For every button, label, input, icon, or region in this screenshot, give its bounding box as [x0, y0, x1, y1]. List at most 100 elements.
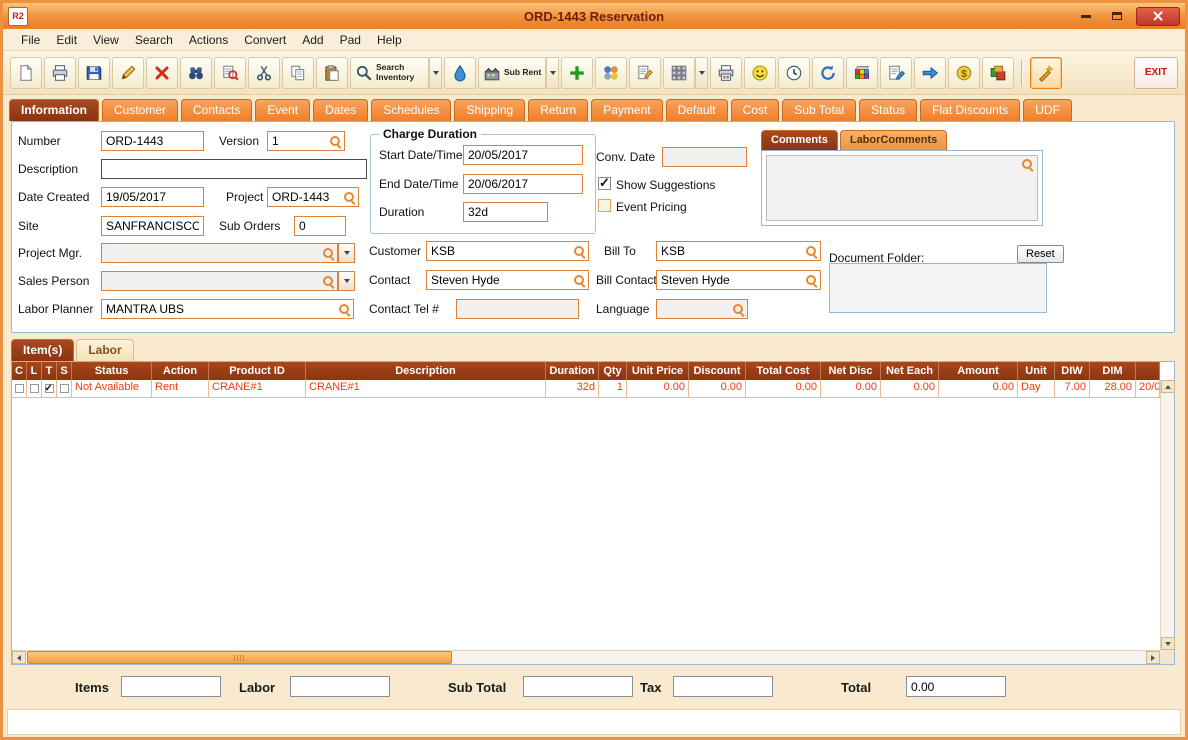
- column-header-action[interactable]: Action: [152, 362, 209, 380]
- sub-rent-button[interactable]: Sub Rent: [478, 56, 547, 89]
- tab-flat-discounts[interactable]: Flat Discounts: [920, 99, 1021, 121]
- tab-laborcomments[interactable]: LaborComments: [839, 130, 948, 150]
- magnifier-icon[interactable]: [573, 245, 586, 258]
- contact-tel-field[interactable]: [456, 299, 579, 319]
- tab-cost[interactable]: Cost: [730, 99, 780, 121]
- show-suggestions-checkbox[interactable]: [598, 175, 611, 191]
- document-edit-button[interactable]: [880, 56, 913, 89]
- sub-rent-dropdown[interactable]: [546, 56, 560, 89]
- find-replace-button[interactable]: [214, 56, 246, 89]
- magnifier-icon[interactable]: [805, 245, 818, 258]
- grid-dropdown[interactable]: [695, 56, 709, 89]
- column-header-status[interactable]: Status: [72, 362, 152, 380]
- items-total-field[interactable]: [121, 676, 221, 697]
- column-header-total-cost[interactable]: Total Cost: [746, 362, 821, 380]
- menu-search[interactable]: Search: [127, 31, 181, 49]
- tab-comments[interactable]: Comments: [761, 130, 838, 150]
- sub-total-field[interactable]: [523, 676, 633, 697]
- sub-orders-field[interactable]: [294, 216, 346, 236]
- tab-information[interactable]: Information: [9, 99, 99, 121]
- menu-add[interactable]: Add: [294, 31, 331, 49]
- conv-date-field[interactable]: [662, 147, 747, 167]
- bill-to-field[interactable]: [659, 244, 805, 258]
- add-button[interactable]: [561, 56, 594, 89]
- package-button[interactable]: [982, 56, 1015, 89]
- grid-button[interactable]: [663, 56, 696, 89]
- magnifier-icon[interactable]: [343, 191, 356, 204]
- column-header-blank[interactable]: [1136, 362, 1160, 380]
- tab-customer[interactable]: Customer: [102, 99, 179, 121]
- contact-field[interactable]: [429, 273, 573, 287]
- total-field[interactable]: [906, 676, 1006, 697]
- menu-file[interactable]: File: [13, 31, 48, 49]
- magnifier-icon[interactable]: [1021, 158, 1034, 171]
- column-header-t[interactable]: T: [42, 362, 57, 380]
- magnifier-icon[interactable]: [573, 274, 586, 287]
- tab-schedules[interactable]: Schedules: [371, 99, 452, 121]
- column-header-dim[interactable]: DIM: [1090, 362, 1136, 380]
- end-date-field[interactable]: [463, 174, 583, 194]
- duration-field[interactable]: [463, 202, 548, 222]
- version-field[interactable]: [270, 134, 329, 148]
- smiley-button[interactable]: [744, 56, 777, 89]
- language-field[interactable]: [659, 302, 732, 316]
- scroll-left-button[interactable]: [12, 651, 26, 664]
- paste-button[interactable]: [316, 56, 348, 89]
- table-row[interactable]: Not AvailableRentCRANE#1CRANE#132d10.000…: [12, 380, 1160, 398]
- column-header-c[interactable]: C: [12, 362, 27, 380]
- number-field[interactable]: [101, 131, 204, 151]
- tax-field[interactable]: [673, 676, 773, 697]
- search-inventory-dropdown[interactable]: [429, 56, 442, 89]
- cut-button[interactable]: [248, 56, 280, 89]
- tab-dates[interactable]: Dates: [313, 99, 369, 121]
- tab-item-s[interactable]: Item(s): [11, 339, 75, 361]
- clock-button[interactable]: [778, 56, 811, 89]
- copy-button[interactable]: [282, 56, 314, 89]
- horizontal-scroll-thumb[interactable]: [27, 651, 452, 664]
- tab-sub-total[interactable]: Sub Total: [782, 99, 857, 121]
- site-field[interactable]: [101, 216, 204, 236]
- menu-pad[interactable]: Pad: [332, 31, 369, 49]
- save-button[interactable]: [78, 56, 110, 89]
- group-button[interactable]: [595, 56, 628, 89]
- column-header-duration[interactable]: Duration: [546, 362, 599, 380]
- start-date-field[interactable]: [463, 145, 583, 165]
- row-checkbox-cell-c[interactable]: [12, 380, 27, 397]
- column-header-diw[interactable]: DIW: [1055, 362, 1090, 380]
- column-header-unit[interactable]: Unit: [1018, 362, 1055, 380]
- new-document-button[interactable]: [10, 56, 42, 89]
- menu-view[interactable]: View: [85, 31, 127, 49]
- exit-button[interactable]: EXIT: [1134, 56, 1178, 89]
- tab-payment[interactable]: Payment: [591, 99, 663, 121]
- minimize-button[interactable]: [1074, 7, 1098, 26]
- cube-button[interactable]: [846, 56, 879, 89]
- note-edit-button[interactable]: [629, 56, 662, 89]
- event-pricing-checkbox[interactable]: [598, 199, 611, 212]
- column-header-unit-price[interactable]: Unit Price: [627, 362, 689, 380]
- tab-return[interactable]: Return: [528, 99, 589, 121]
- scroll-right-button[interactable]: [1146, 651, 1160, 664]
- search-inventory-button[interactable]: Search Inventory: [350, 56, 429, 89]
- column-header-l[interactable]: L: [27, 362, 42, 380]
- print-button[interactable]: [44, 56, 76, 89]
- export-button[interactable]: [914, 56, 947, 89]
- tab-default[interactable]: Default: [665, 99, 728, 121]
- money-button[interactable]: $: [948, 56, 981, 89]
- edit-pencil-button[interactable]: [112, 56, 144, 89]
- row-checkbox-cell-t[interactable]: [42, 380, 57, 397]
- sales-person-dropdown[interactable]: [338, 271, 355, 291]
- project-mgr-dropdown[interactable]: [338, 243, 355, 263]
- column-header-qty[interactable]: Qty: [599, 362, 627, 380]
- column-header-amount[interactable]: Amount: [939, 362, 1018, 380]
- column-header-description[interactable]: Description: [306, 362, 546, 380]
- reset-button[interactable]: Reset: [1017, 245, 1064, 263]
- close-button[interactable]: [1136, 6, 1180, 26]
- vertical-scrollbar[interactable]: [1160, 380, 1175, 650]
- project-mgr-field[interactable]: [104, 246, 322, 260]
- customer-field[interactable]: [429, 244, 573, 258]
- magnifier-icon[interactable]: [322, 247, 335, 260]
- delete-button[interactable]: [146, 56, 178, 89]
- row-checkbox-cell-l[interactable]: [27, 380, 42, 397]
- column-header-discount[interactable]: Discount: [689, 362, 746, 380]
- scroll-down-button[interactable]: [1161, 637, 1175, 650]
